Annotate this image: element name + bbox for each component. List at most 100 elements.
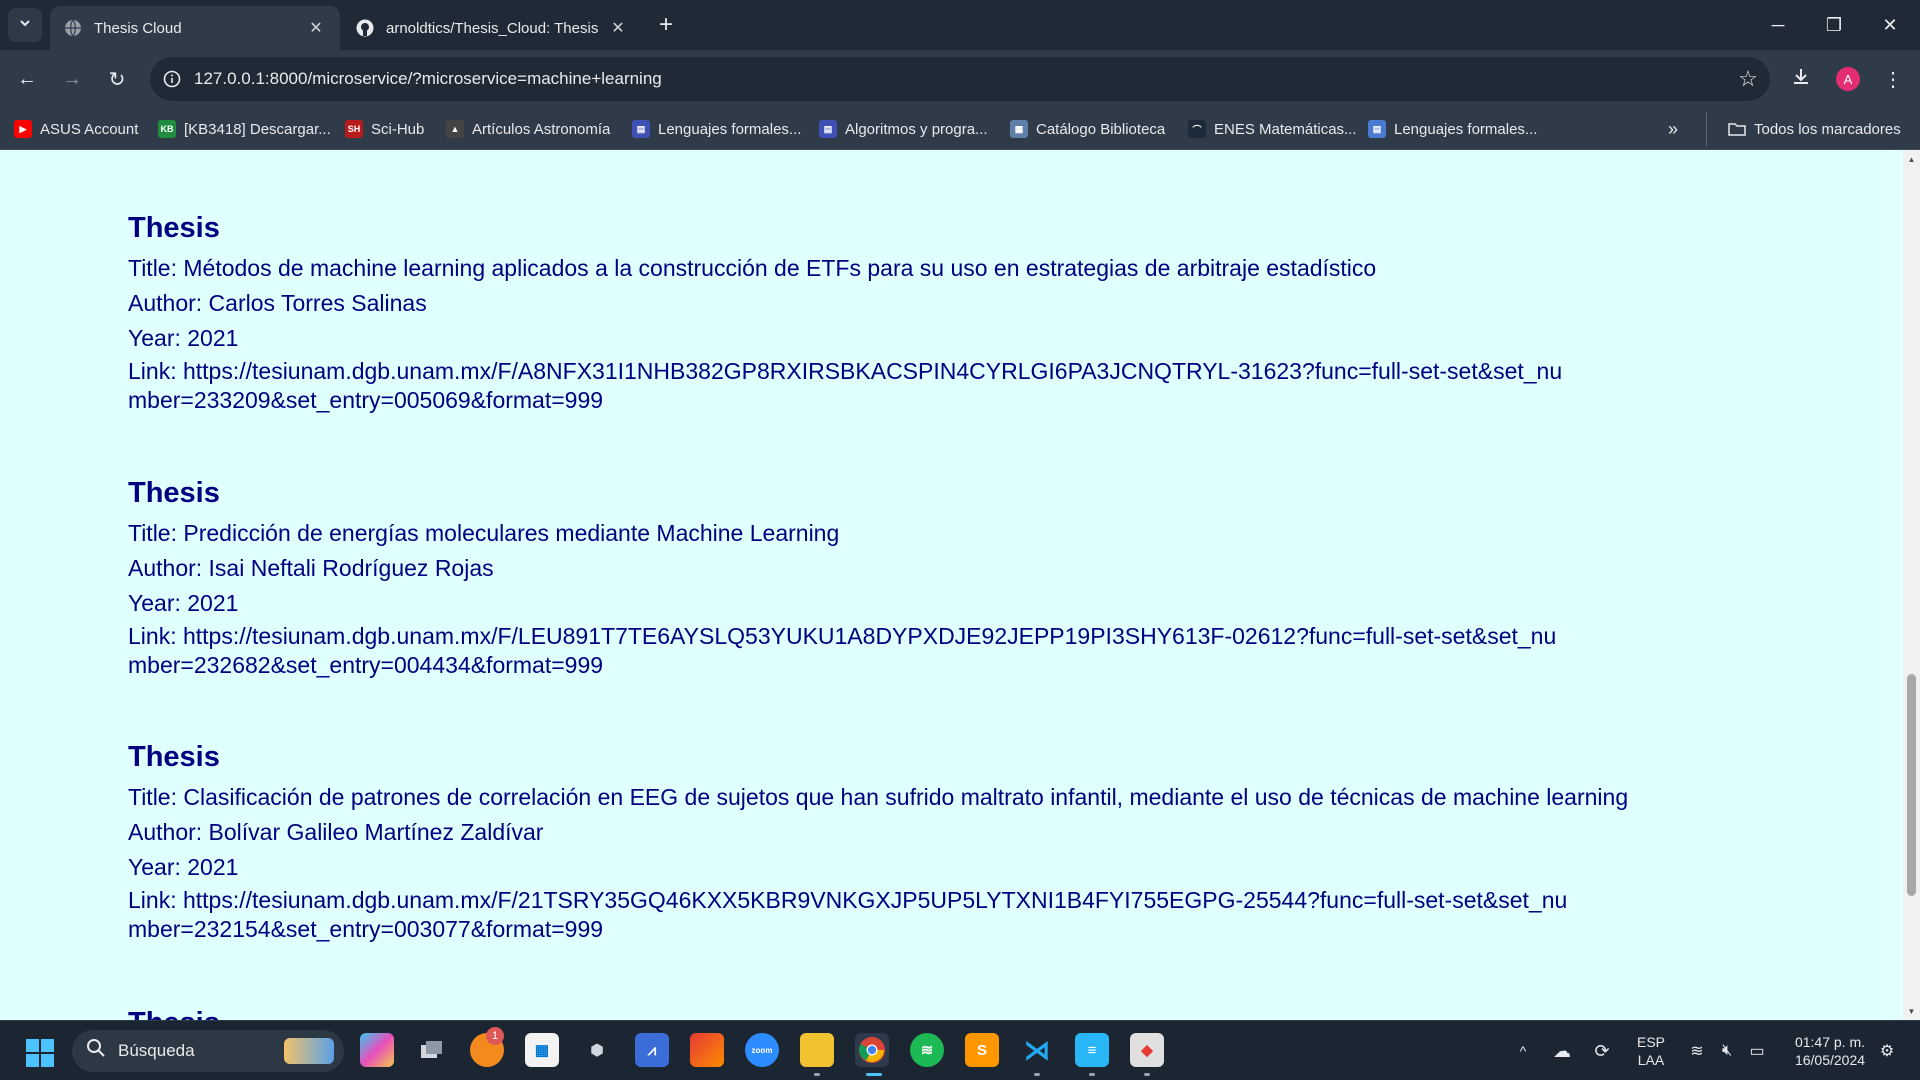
bookmark-kb3418[interactable]: KB [KB3418] Descargar... <box>158 116 331 142</box>
zoom-icon[interactable]: zoom <box>745 1033 779 1067</box>
notification-badge: 1 <box>486 1027 504 1045</box>
bookmark-label: ASUS Account <box>40 120 139 138</box>
taskbar: Búsqueda 1 ▦ ⬢ ⩘ zoom ≋ S ⋊ ≡ ◆ ^ ☁ ⟳ ES… <box>0 1020 1920 1080</box>
thesis-heading: Thesis <box>128 477 220 509</box>
task-view-icon[interactable] <box>415 1033 449 1067</box>
new-tab-button[interactable]: + <box>651 10 681 40</box>
search-highlight-icon <box>284 1038 334 1064</box>
star-icon[interactable]: ☆ <box>1726 66 1770 92</box>
thesis-author: Author: Carlos Torres Salinas <box>128 290 427 316</box>
bookmarks-divider <box>1706 112 1707 146</box>
back-button[interactable]: ← <box>10 62 44 96</box>
bookmark-lenguajes-formales-1[interactable]: ▤ Lenguajes formales... <box>632 116 801 142</box>
bookmark-label: [KB3418] Descargar... <box>184 120 331 138</box>
close-icon[interactable]: ✕ <box>306 18 326 38</box>
bookmark-label: Sci-Hub <box>371 120 425 138</box>
spotify-icon[interactable]: ≋ <box>910 1033 944 1067</box>
globe-icon <box>64 19 82 37</box>
thesis-author: Author: Isai Neftali Rodríguez Rojas <box>128 555 494 581</box>
close-window-button[interactable]: ✕ <box>1862 0 1918 50</box>
chrome-icon[interactable] <box>855 1033 889 1067</box>
forward-button[interactable]: → <box>55 62 89 96</box>
app-hex-icon[interactable]: ⬢ <box>580 1033 614 1067</box>
bookmark-asus-account[interactable]: ▶ ASUS Account <box>14 116 138 142</box>
github-icon <box>356 19 374 37</box>
thesis-heading: Thesis <box>128 1003 1888 1020</box>
search-placeholder: Búsqueda <box>118 1041 195 1060</box>
app-blue-icon[interactable]: ⩘ <box>635 1033 669 1067</box>
taskbar-search[interactable]: Búsqueda <box>72 1030 344 1072</box>
onedrive-icon[interactable]: ☁ <box>1545 1021 1579 1080</box>
language-indicator[interactable]: ESP LAA <box>1625 1021 1677 1080</box>
tab-title: Thesis Cloud <box>94 19 182 37</box>
active-indicator <box>866 1073 882 1076</box>
page-scrollbar[interactable]: ▲ ▼ <box>1903 150 1920 1020</box>
reload-icon: ↻ <box>108 68 126 91</box>
tab-github[interactable]: arnoldtics/Thesis_Cloud: Thesis ✕ <box>342 6 642 50</box>
arrow-right-icon: → <box>62 67 82 90</box>
all-bookmarks-button[interactable]: Todos los marcadores <box>1728 116 1901 142</box>
scroll-up-icon[interactable]: ▲ <box>1907 154 1916 164</box>
thesis-link[interactable]: Link: https://tesiunam.dgb.unam.mx/F/LEU… <box>128 622 1568 680</box>
speaker-muted-icon[interactable]: 🔇︎ <box>1712 1021 1742 1080</box>
notifications-icon[interactable]: ⚙ <box>1870 1021 1904 1080</box>
store-icon[interactable]: ▦ <box>525 1033 559 1067</box>
bookmark-algoritmos[interactable]: ▤ Algoritmos y progra... <box>819 116 988 142</box>
tab-strip: Thesis Cloud ✕ arnoldtics/Thesis_Cloud: … <box>0 0 1920 50</box>
thesis-title: Title: Predicción de energías moleculare… <box>128 520 840 546</box>
bookmark-enes-matematicas[interactable]: ⌒ ENES Matemáticas... <box>1188 116 1357 142</box>
scroll-down-icon[interactable]: ▼ <box>1907 1006 1916 1016</box>
battery-icon[interactable]: ▭ <box>1742 1021 1772 1080</box>
sublime-text-icon[interactable]: S <box>965 1033 999 1067</box>
folder-icon <box>1728 120 1746 138</box>
bookmark-scihub[interactable]: SH Sci-Hub <box>345 116 424 142</box>
kb-icon: KB <box>158 120 176 138</box>
thesis-year: Year: 2021 <box>128 854 239 880</box>
thesis-link[interactable]: Link: https://tesiunam.dgb.unam.mx/F/21T… <box>128 886 1568 944</box>
tab-search-button[interactable] <box>8 8 42 42</box>
thesis-title: Title: Métodos de machine learning aplic… <box>128 255 1377 281</box>
notepad-icon[interactable]: ≡ <box>1075 1033 1109 1067</box>
bookmark-label: Algoritmos y progra... <box>845 120 988 138</box>
restore-button[interactable]: ❐ <box>1806 0 1862 50</box>
file-explorer-icon[interactable] <box>800 1033 834 1067</box>
downloads-button[interactable] <box>1784 62 1818 96</box>
thesis-title: Title: Clasificación de patrones de corr… <box>128 784 1629 810</box>
windows-start-icon[interactable] <box>26 1039 54 1067</box>
scroll-thumb[interactable] <box>1907 674 1916 896</box>
profile-avatar[interactable]: A <box>1836 67 1860 91</box>
tab-thesis-cloud[interactable]: Thesis Cloud ✕ <box>50 6 340 50</box>
thesis-year: Year: 2021 <box>128 325 239 351</box>
thesis-card: Thesis <box>128 1003 1888 1020</box>
bookmark-articulos-astronomia[interactable]: ▲ Artículos Astronomía <box>446 116 610 142</box>
thesis-link[interactable]: Link: https://tesiunam.dgb.unam.mx/F/A8N… <box>128 357 1568 415</box>
vscode-icon[interactable]: ⋊ <box>1020 1033 1054 1067</box>
thesis-author: Author: Bolívar Galileo Martínez Zaldíva… <box>128 819 544 845</box>
reload-button[interactable]: ↻ <box>100 62 134 96</box>
bookmarks-bar: ▶ ASUS Account KB [KB3418] Descargar... … <box>0 108 1920 150</box>
bookmark-catalogo-biblioteca[interactable]: ▦ Catálogo Biblioteca <box>1010 116 1165 142</box>
enes-icon: ⌒ <box>1188 120 1206 138</box>
clock[interactable]: 01:47 p. m. 16/05/2024 <box>1778 1021 1882 1080</box>
git-icon[interactable]: ◆ <box>1130 1033 1164 1067</box>
menu-button[interactable]: ⋮ <box>1876 62 1910 96</box>
keyboard-layout: LAA <box>1637 1052 1665 1068</box>
app-orange-icon[interactable] <box>690 1033 724 1067</box>
wifi-icon[interactable]: ≋ <box>1682 1021 1712 1080</box>
more-bookmarks-button[interactable]: » <box>1668 116 1678 142</box>
address-bar[interactable]: 127.0.0.1:8000/microservice/?microservic… <box>150 57 1770 101</box>
doc-icon: ▤ <box>819 120 837 138</box>
bookmark-lenguajes-formales-2[interactable]: ▤ Lenguajes formales... <box>1368 116 1537 142</box>
copilot-icon[interactable] <box>360 1033 394 1067</box>
tab-title: arnoldtics/Thesis_Cloud: Thesis <box>386 19 599 37</box>
running-indicator <box>1144 1073 1150 1076</box>
thesis-card: Thesis Title: Predicción de energías mol… <box>128 473 1888 680</box>
tray-expand-icon[interactable]: ^ <box>1508 1021 1538 1080</box>
sync-icon[interactable]: ⟳ <box>1585 1021 1619 1080</box>
url-text[interactable]: 127.0.0.1:8000/microservice/?microservic… <box>194 69 1726 89</box>
site-info-icon[interactable] <box>150 70 194 88</box>
minimize-button[interactable]: ─ <box>1750 0 1806 50</box>
close-icon[interactable]: ✕ <box>608 18 628 38</box>
browser-toolbar: ← → ↻ 127.0.0.1:8000/microservice/?micro… <box>0 50 1920 108</box>
bookmark-label: Catálogo Biblioteca <box>1036 120 1166 138</box>
